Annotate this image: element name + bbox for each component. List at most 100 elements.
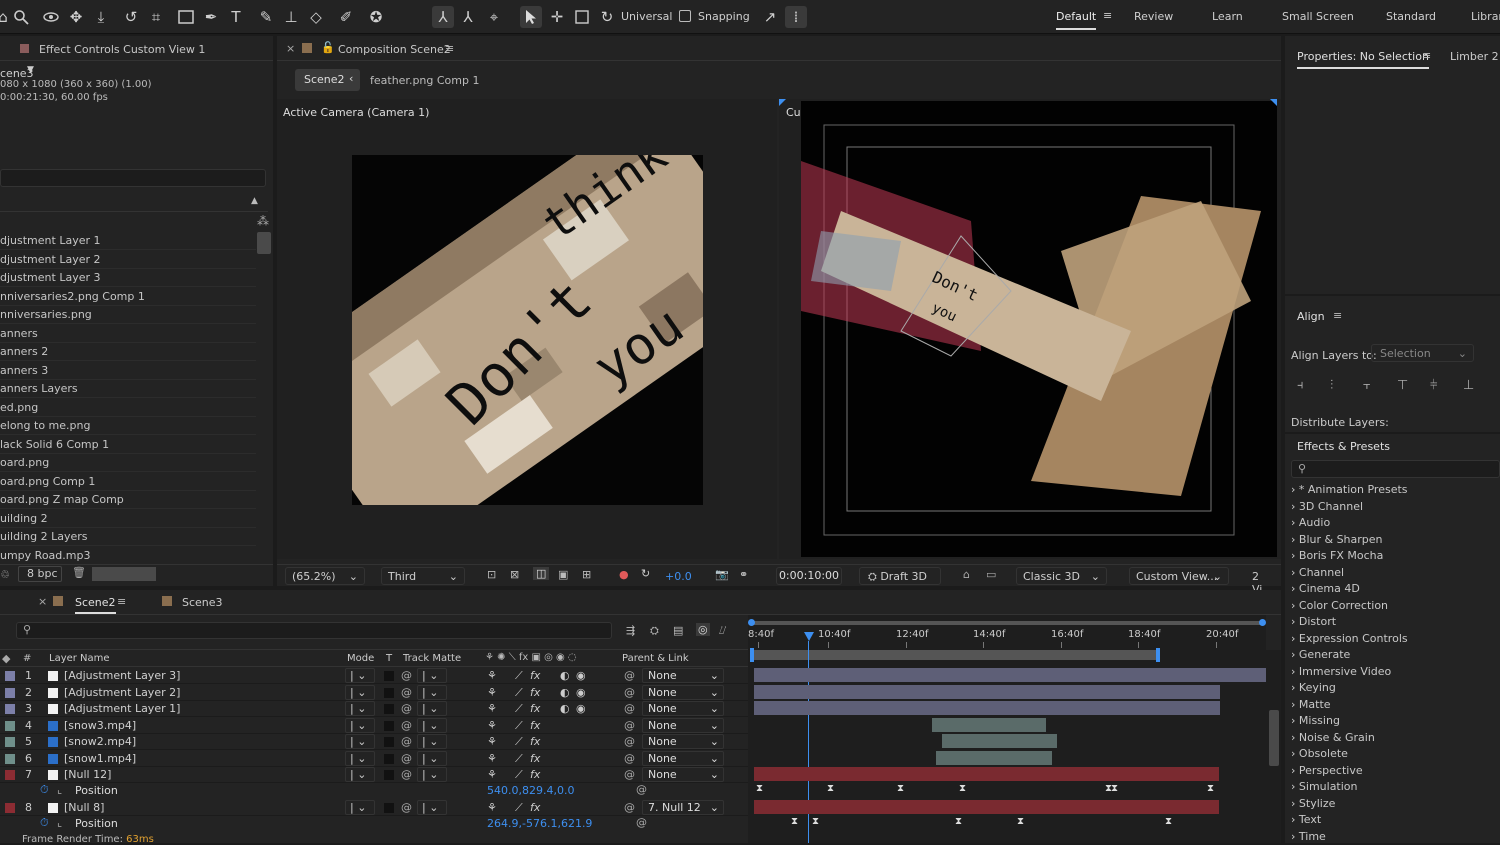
- anchor-point-tool-icon[interactable]: ⌗: [145, 6, 167, 28]
- transparency-grid-icon[interactable]: ⊠: [510, 568, 519, 581]
- layer-duration-bar[interactable]: [754, 685, 1220, 699]
- col-parent-link[interactable]: Parent & Link: [622, 653, 689, 664]
- timeline-search-input[interactable]: ⚲: [16, 622, 612, 639]
- layer-name[interactable]: [Adjustment Layer 2]: [64, 685, 180, 701]
- layer-name[interactable]: [snow3.mp4]: [64, 718, 136, 734]
- quality-switch-icon[interactable]: ⟋: [515, 701, 523, 717]
- mode-dropdown[interactable]: | ⌄: [345, 718, 375, 733]
- timeline-menu-icon[interactable]: ≡: [117, 595, 126, 608]
- effects-category[interactable]: › Color Correction: [1291, 598, 1388, 614]
- layer-name[interactable]: [Adjustment Layer 3]: [64, 668, 180, 684]
- track-matte-pickwhip-icon[interactable]: @: [401, 701, 412, 717]
- col-number[interactable]: #: [23, 653, 31, 664]
- keyframe-icon[interactable]: ⧗: [1165, 816, 1172, 827]
- effects-category[interactable]: › Expression Controls: [1291, 631, 1408, 647]
- parent-dropdown[interactable]: 7. Null 12 ⌄: [642, 800, 724, 815]
- properties-menu-icon[interactable]: ≡: [1422, 49, 1431, 62]
- bpc-button[interactable]: 8 bpc: [18, 566, 62, 582]
- keyframe-icon[interactable]: ⧗: [897, 783, 904, 794]
- work-area-start[interactable]: [750, 648, 754, 662]
- local-axis-icon[interactable]: ⅄: [432, 6, 454, 28]
- orbit-camera-icon[interactable]: [40, 6, 62, 28]
- workspace-small-screen[interactable]: Small Screen: [1282, 10, 1354, 23]
- project-item[interactable]: djustment Layer 2: [0, 251, 256, 269]
- timecode-display[interactable]: 0:00:10:00: [776, 567, 842, 585]
- graph-icon[interactable]: ⌞: [57, 816, 62, 829]
- scale-icon[interactable]: [571, 6, 593, 28]
- quality-switch-icon[interactable]: ⟋: [515, 800, 523, 816]
- project-item[interactable]: oard.png Comp 1: [0, 473, 256, 491]
- effects-category[interactable]: › Cinema 4D: [1291, 581, 1360, 597]
- rotate-icon[interactable]: ↻: [596, 6, 618, 28]
- layer-label-color[interactable]: [5, 803, 15, 813]
- effects-presets-title[interactable]: Effects & Presets: [1297, 440, 1390, 453]
- work-area-end[interactable]: [1156, 648, 1160, 662]
- layer-label-color[interactable]: [5, 671, 15, 681]
- active-camera-viewer[interactable]: Active Camera (Camera 1) Don't you think: [277, 99, 777, 559]
- preserve-transparency-toggle[interactable]: [384, 754, 394, 764]
- layer-row[interactable]: 6 [snow1.mp4] | ⌄ @ | ⌄ ⚘ ⟋ fx @ None ⌄: [0, 751, 748, 767]
- parent-pickwhip-icon[interactable]: @: [624, 701, 635, 717]
- project-item[interactable]: anners 2: [0, 343, 256, 361]
- effects-category[interactable]: › Keying: [1291, 680, 1336, 696]
- layer-row[interactable]: 5 [snow2.mp4] | ⌄ @ | ⌄ ⚘ ⟋ fx @ None ⌄: [0, 734, 748, 750]
- parent-dropdown[interactable]: None ⌄: [642, 718, 724, 733]
- layer-duration-bar[interactable]: [754, 668, 1266, 682]
- workspace-learn[interactable]: Learn: [1212, 10, 1243, 23]
- effects-search-input[interactable]: ⚲: [1291, 460, 1500, 478]
- comp-dropdown-icon[interactable]: ▼: [27, 65, 34, 75]
- project-item[interactable]: nniversaries2.png Comp 1: [0, 288, 256, 306]
- keyframe-icon[interactable]: ⧗: [756, 783, 763, 794]
- align-left-icon[interactable]: ⫞: [1297, 378, 1304, 393]
- layer-name[interactable]: [snow1.mp4]: [64, 751, 136, 767]
- project-item[interactable]: anners: [0, 325, 256, 343]
- workspace-menu-icon[interactable]: ≡: [1103, 9, 1112, 22]
- effects-category[interactable]: › Blur & Sharpen: [1291, 532, 1383, 548]
- keyframe-icon[interactable]: ⧗: [959, 783, 966, 794]
- project-item[interactable]: djustment Layer 3: [0, 269, 256, 287]
- breadcrumb-scene2[interactable]: Scene2 ‹: [295, 69, 360, 91]
- brush-tool-icon[interactable]: ✎: [255, 6, 277, 28]
- layer-name[interactable]: [Adjustment Layer 1]: [64, 701, 180, 717]
- mask-visibility-icon[interactable]: ◫: [533, 567, 550, 580]
- adjustment-switch-icon[interactable]: ◐: [560, 668, 570, 684]
- layer-name[interactable]: [Null 12]: [64, 767, 111, 783]
- label-column-icon[interactable]: ◆: [2, 652, 10, 665]
- column-flow-icon[interactable]: ⁂: [257, 214, 269, 228]
- layer-name[interactable]: [Null 8]: [64, 800, 104, 816]
- parent-pickwhip-icon[interactable]: @: [624, 668, 635, 684]
- snapping-checkbox[interactable]: [679, 10, 691, 22]
- eraser-tool-icon[interactable]: ◇: [305, 6, 327, 28]
- world-axis-icon[interactable]: ⅄: [457, 6, 479, 28]
- fx-switch-icon[interactable]: fx: [530, 800, 540, 816]
- timeline-graph[interactable]: 8:40f 10:40f 12:40f 14:40f 16:40f 18:40f 20:40…: [748, 615, 1266, 843]
- fx-switch-icon[interactable]: fx: [530, 701, 540, 717]
- track-matte-pickwhip-icon[interactable]: @: [401, 767, 412, 783]
- project-item[interactable]: oard.png Z map Comp: [0, 491, 256, 509]
- quality-switch-icon[interactable]: ⟋: [515, 767, 523, 783]
- zoom-dropdown[interactable]: (65.2%) ⌄: [285, 567, 365, 585]
- project-item[interactable]: djustment Layer 1: [0, 232, 256, 250]
- breadcrumb-feather[interactable]: feather.png Comp 1: [370, 74, 479, 87]
- align-top-icon[interactable]: ⊤: [1397, 378, 1408, 393]
- fx-switch-icon[interactable]: fx: [530, 751, 540, 767]
- layer-name[interactable]: [snow2.mp4]: [64, 734, 136, 750]
- switches-icons[interactable]: ⚘ ✺ ⟍ fx ▣ ◎ ◉ ◌: [485, 652, 577, 663]
- close-tab-icon[interactable]: ×: [286, 42, 295, 55]
- fast-previews-icon[interactable]: ⊡: [487, 568, 496, 581]
- align-vcenter-icon[interactable]: ⫩: [1430, 378, 1437, 393]
- workspace-review[interactable]: Review: [1134, 10, 1173, 23]
- preserve-transparency-toggle[interactable]: [384, 671, 394, 681]
- preserve-transparency-toggle[interactable]: [384, 721, 394, 731]
- graph-icon[interactable]: ⌞: [57, 783, 62, 796]
- layer-label-color[interactable]: [5, 721, 15, 731]
- effect-controls-title[interactable]: Effect Controls Custom View 1: [39, 43, 205, 56]
- 3d-switch-icon[interactable]: ◉: [576, 701, 586, 717]
- custom-view-viewer[interactable]: Custom View 1 Don't you: [779, 99, 1281, 559]
- limber-tab[interactable]: Limber 2: [1450, 50, 1499, 63]
- preserve-transparency-toggle[interactable]: [384, 688, 394, 698]
- track-matte-pickwhip-icon[interactable]: @: [401, 734, 412, 750]
- layer-row[interactable]: 7 [Null 12] | ⌄ @ | ⌄ ⚘ ⟋ fx @ None ⌄: [0, 767, 748, 783]
- snapshot-camera-icon[interactable]: 📷: [715, 568, 729, 581]
- position-value-null12[interactable]: 540.0,829.4,0.0: [487, 784, 574, 797]
